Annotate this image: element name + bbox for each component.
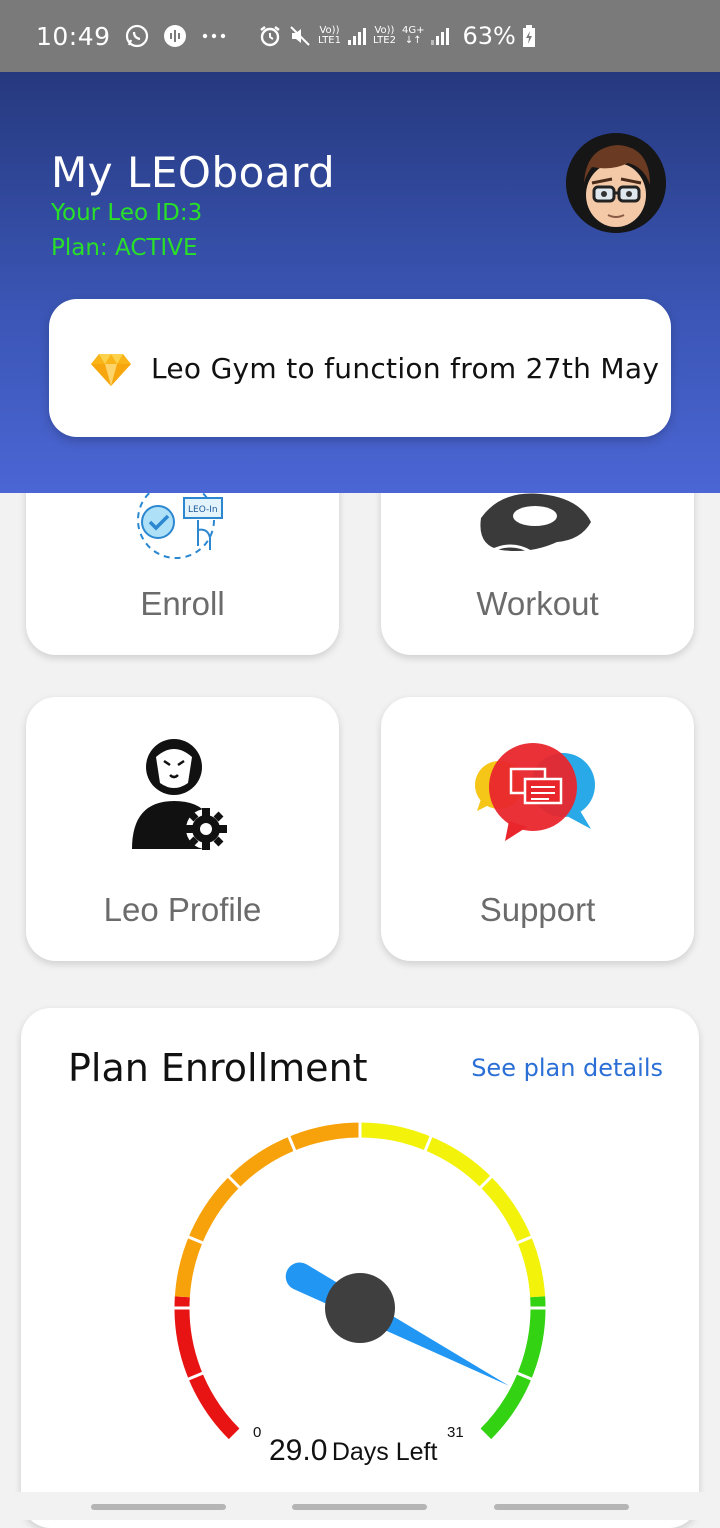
header-content: My LEOboard Your Leo ID:3 Plan: ACTIVE L… — [0, 72, 720, 493]
gauge-needle — [285, 1262, 509, 1386]
leo-profile-tile[interactable]: Leo Profile — [26, 697, 339, 961]
system-nav-bar — [0, 1492, 720, 1520]
gauge-segment-2 — [359, 1122, 546, 1298]
more-icon — [202, 33, 225, 39]
signal-icon — [347, 28, 366, 45]
battery-percent: 63% — [462, 22, 516, 50]
avatar-face-icon — [566, 133, 666, 233]
leo-profile-label: Leo Profile — [103, 891, 262, 928]
gauge-segment-0 — [174, 1296, 240, 1440]
days-left-label: Days Left — [331, 1438, 438, 1466]
nav-recents-button[interactable] — [91, 1504, 226, 1510]
status-bar: 10:49 Vo)) LTE1 Vo)) LTE2 4G+ ↓↑ 63% — [0, 0, 720, 72]
battery-charging-icon — [522, 25, 535, 47]
days-left-gauge — [173, 1121, 547, 1440]
gauge-min-label: 0 — [253, 1424, 262, 1441]
svg-text:LEO-In: LEO-In — [188, 505, 218, 515]
days-left-value: 29.0 — [269, 1434, 328, 1467]
status-time: 10:49 — [36, 21, 111, 51]
enroll-label: Enroll — [140, 585, 225, 622]
nav-back-button[interactable] — [494, 1504, 629, 1510]
gauge-max-label: 31 — [447, 1424, 464, 1441]
whatsapp-icon — [125, 24, 148, 48]
support-label: Support — [479, 891, 596, 928]
gauge-segment-3 — [480, 1296, 546, 1440]
voice-icon — [163, 25, 186, 47]
gauge-hub — [325, 1273, 395, 1343]
support-chat-icon — [475, 743, 595, 841]
signal-icon — [431, 28, 450, 45]
leo-profile-icon — [132, 739, 227, 850]
plan-enrollment-card: Plan Enrollment See plan details 0 31 29… — [21, 1008, 699, 1528]
gauge-segment-1 — [174, 1122, 361, 1298]
alarm-icon — [260, 26, 280, 47]
gem-icon — [91, 354, 131, 386]
nav-home-button[interactable] — [292, 1504, 427, 1510]
workout-label: Workout — [476, 585, 599, 622]
mute-icon — [290, 26, 310, 46]
support-tile[interactable]: Support — [381, 697, 694, 961]
days-left-readout: 29.0 Days Left — [269, 1434, 437, 1468]
